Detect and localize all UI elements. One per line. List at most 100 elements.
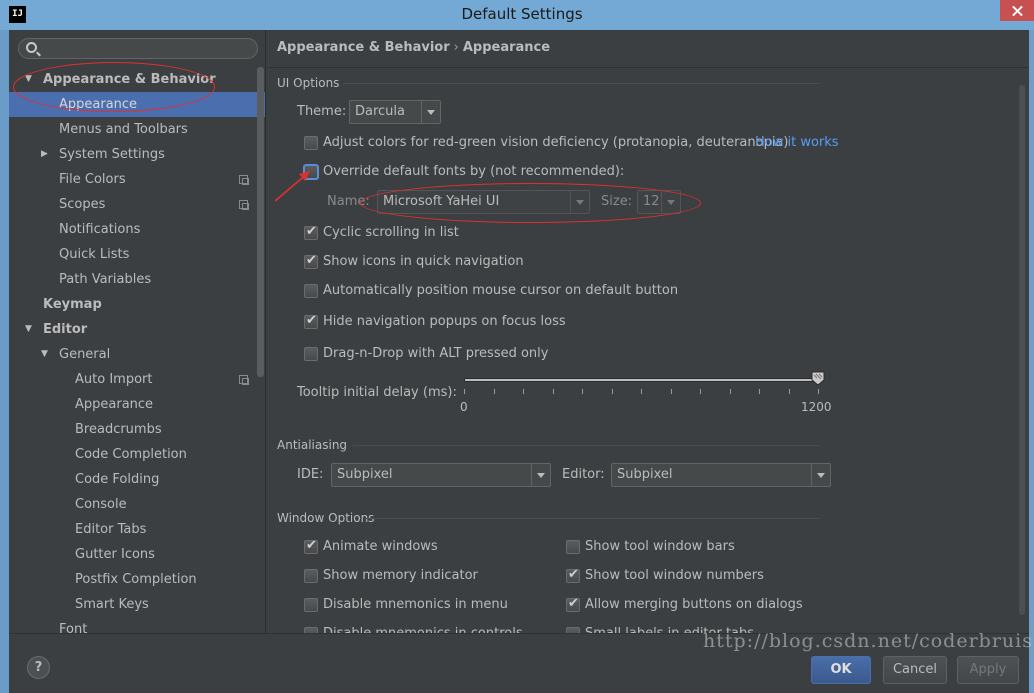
chevron-down-icon bbox=[811, 464, 830, 486]
slider-thumb[interactable] bbox=[811, 371, 825, 386]
show-tool-window-bars-checkbox[interactable] bbox=[566, 540, 580, 554]
settings-search-input[interactable] bbox=[18, 38, 258, 59]
sidebar-item-notifications[interactable]: Notifications bbox=[9, 217, 265, 242]
sidebar-item-label: Quick Lists bbox=[59, 247, 130, 262]
breadcrumb-parent: Appearance & Behavior bbox=[277, 40, 450, 55]
ide-antialiasing-label: IDE: bbox=[297, 467, 324, 482]
breadcrumb: Appearance & Behavior › Appearance bbox=[277, 40, 550, 55]
chevron-down-icon bbox=[421, 101, 440, 123]
expand-arrow-icon[interactable]: ▼ bbox=[25, 317, 35, 342]
sidebar-item-gutter-icons[interactable]: Gutter Icons bbox=[9, 542, 265, 567]
apply-button[interactable]: Apply bbox=[957, 656, 1019, 684]
window-title: Default Settings bbox=[461, 5, 583, 23]
slider-tick bbox=[759, 389, 760, 394]
project-copy-icon bbox=[239, 200, 249, 210]
sidebar-item-label: Path Variables bbox=[59, 272, 152, 287]
collapse-arrow-icon[interactable]: ▶ bbox=[41, 142, 51, 167]
slider-tick bbox=[700, 389, 701, 394]
sidebar-item-postfix-completion[interactable]: Postfix Completion bbox=[9, 567, 265, 592]
sidebar-item-file-colors[interactable]: File Colors bbox=[9, 167, 265, 192]
sidebar-item-quick-lists[interactable]: Quick Lists bbox=[9, 242, 265, 267]
allow-merging-buttons-on-dialogs-checkbox[interactable] bbox=[566, 596, 580, 612]
hide-navigation-popups-label: Hide navigation popups on focus loss bbox=[323, 314, 566, 329]
sidebar-item-editor[interactable]: ▼ Editor bbox=[9, 317, 265, 342]
slider-tick bbox=[493, 389, 495, 394]
help-button[interactable]: ? bbox=[27, 656, 50, 679]
sidebar-item-label: Code Folding bbox=[75, 472, 160, 487]
sidebar-item-label: Auto Import bbox=[75, 372, 153, 387]
slider-tick bbox=[582, 389, 583, 394]
content-scrollbar[interactable] bbox=[1019, 75, 1025, 625]
sidebar-item-label: Notifications bbox=[59, 222, 141, 237]
title-bar[interactable]: IJ Default Settings bbox=[0, 0, 1034, 30]
header-divider bbox=[267, 67, 1029, 68]
desktop-edge bbox=[0, 30, 9, 693]
adjust-colors-checkbox[interactable] bbox=[304, 136, 318, 150]
override-fonts-label: Override default fonts by (not recommend… bbox=[323, 164, 625, 179]
sidebar-item-console[interactable]: Console bbox=[9, 492, 265, 517]
disable-mnemonics-in-menu-checkbox[interactable] bbox=[304, 598, 318, 612]
sidebar-item-scopes[interactable]: Scopes bbox=[9, 192, 265, 217]
annotation-arrow bbox=[274, 171, 310, 202]
breadcrumb-current: Appearance bbox=[462, 40, 551, 55]
theme-select[interactable]: Darcula bbox=[349, 100, 441, 124]
content-scrollbar-thumb[interactable] bbox=[1019, 85, 1025, 615]
editor-antialiasing-label: Editor: bbox=[562, 467, 605, 482]
settings-content: Appearance & Behavior › Appearance UI Opti… bbox=[267, 30, 1029, 633]
show-tool-window-numbers-checkbox[interactable] bbox=[566, 567, 580, 583]
cyclic-scrolling-checkbox[interactable] bbox=[304, 224, 318, 240]
auto-position-cursor-checkbox[interactable] bbox=[304, 284, 318, 298]
disable-mnemonics-in-controls-label: Disable mnemonics in controls bbox=[323, 626, 523, 633]
breadcrumb-separator: › bbox=[453, 40, 459, 55]
sidebar-item-keymap[interactable]: Keymap bbox=[9, 292, 265, 317]
window-options-divider bbox=[365, 518, 819, 519]
sidebar-item-label: Editor bbox=[43, 322, 88, 337]
sidebar-item-label: Code Completion bbox=[75, 447, 187, 462]
sidebar-item-breadcrumbs[interactable]: Breadcrumbs bbox=[9, 417, 265, 442]
close-window-button[interactable] bbox=[1000, 0, 1034, 21]
sidebar-item-label: Appearance bbox=[75, 397, 154, 412]
sidebar-item-system-settings[interactable]: ▶ System Settings bbox=[9, 142, 265, 167]
project-copy-icon bbox=[239, 375, 249, 385]
sidebar-item-label: File Colors bbox=[59, 172, 126, 187]
show-memory-indicator-checkbox[interactable] bbox=[304, 569, 318, 583]
slider-tick bbox=[611, 389, 613, 394]
editor-antialiasing-value: Subpixel bbox=[617, 467, 673, 482]
slider-tick bbox=[552, 389, 554, 394]
sidebar-item-menus-and-toolbars[interactable]: Menus and Toolbars bbox=[9, 117, 265, 142]
sidebar-item-label: General bbox=[59, 347, 111, 362]
sidebar-item-code-completion[interactable]: Code Completion bbox=[9, 442, 265, 467]
sidebar-item-general[interactable]: ▼ General bbox=[9, 342, 265, 367]
ok-button[interactable]: OK bbox=[811, 656, 871, 684]
editor-antialiasing-select[interactable]: Subpixel bbox=[611, 463, 831, 487]
allow-merging-buttons-on-dialogs-label: Allow merging buttons on dialogs bbox=[585, 597, 803, 612]
window-options-title: Window Options bbox=[277, 511, 375, 525]
dialog-body: ▼ Appearance & Behavior Appearance Menus an… bbox=[9, 30, 1029, 693]
ide-antialiasing-select[interactable]: Subpixel bbox=[331, 463, 551, 487]
animate-windows-label: Animate windows bbox=[323, 539, 438, 554]
sidebar-item-editor-tabs[interactable]: Editor Tabs bbox=[9, 517, 265, 542]
how-it-works-link[interactable]: How it works bbox=[755, 135, 839, 150]
sidebar-item-auto-import[interactable]: Auto Import bbox=[9, 367, 265, 392]
expand-arrow-icon[interactable]: ▼ bbox=[41, 342, 51, 367]
sidebar-scrollbar[interactable] bbox=[257, 67, 264, 377]
show-memory-indicator-label: Show memory indicator bbox=[323, 568, 478, 583]
sidebar-item-label: Scopes bbox=[59, 197, 106, 212]
tooltip-min-label: 0 bbox=[460, 400, 468, 414]
sidebar-item-smart-keys[interactable]: Smart Keys bbox=[9, 592, 265, 617]
sidebar-item-label: Editor Tabs bbox=[75, 522, 147, 537]
cancel-button[interactable]: Cancel bbox=[883, 656, 947, 684]
slider-tick bbox=[464, 389, 465, 394]
annotation-ellipse-font bbox=[360, 183, 701, 223]
tooltip-delay-slider[interactable] bbox=[464, 378, 818, 382]
sidebar-item-code-folding[interactable]: Code Folding bbox=[9, 467, 265, 492]
slider-ticks bbox=[464, 389, 819, 397]
show-icons-checkbox[interactable] bbox=[304, 253, 318, 269]
auto-position-cursor-label: Automatically position mouse cursor on d… bbox=[323, 283, 679, 298]
hide-navigation-popups-checkbox[interactable] bbox=[304, 313, 318, 329]
sidebar-item-appearance[interactable]: Appearance bbox=[9, 392, 265, 417]
animate-windows-checkbox[interactable] bbox=[304, 538, 318, 554]
sidebar-item-path-variables[interactable]: Path Variables bbox=[9, 267, 265, 292]
theme-label: Theme: bbox=[297, 104, 347, 119]
drag-n-drop-checkbox[interactable] bbox=[304, 347, 318, 361]
